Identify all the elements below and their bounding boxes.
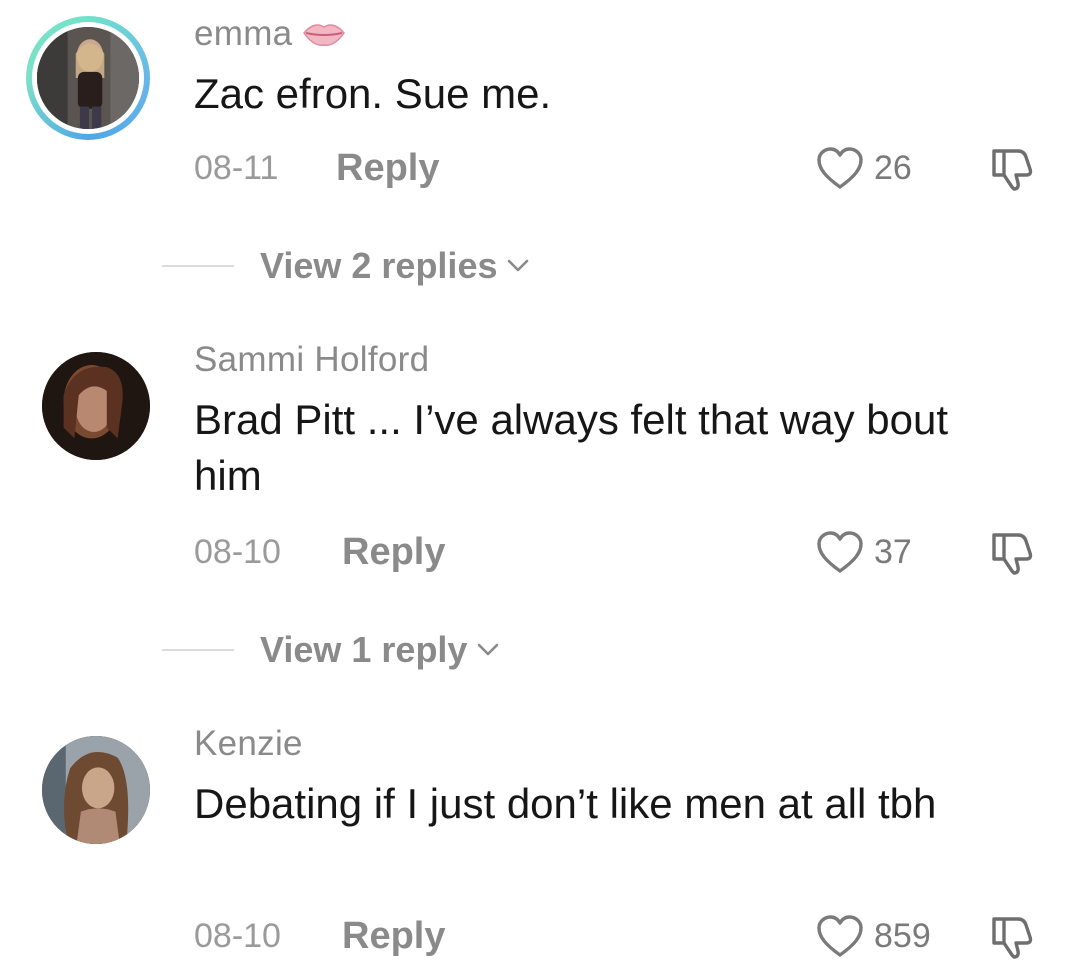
comment-date: 08-10 [194,533,281,571]
view-replies[interactable]: View 2 replies [162,245,529,287]
comment-text: Brad Pitt ... I’ve always felt that way … [194,396,949,499]
like-button[interactable]: 37 [816,527,912,577]
avatar[interactable] [42,736,150,844]
reply-button[interactable]: Reply [342,527,445,577]
comment-date: 08-11 [194,149,279,187]
thumbs-down-icon [992,149,1033,191]
avatar-story-ring[interactable] [26,16,150,140]
thread-line [162,265,234,267]
dislike-button[interactable] [988,913,1036,959]
avatar[interactable] [42,352,150,460]
comment-username[interactable]: Sammi Holford [194,340,429,380]
like-button[interactable]: 26 [816,143,912,193]
comment-meta: 08-10 Reply 859 [194,911,1054,961]
view-replies-label[interactable]: View 1 reply [260,629,467,671]
comment-username[interactable]: Kenzie [194,724,303,764]
comment-username[interactable]: emma [194,14,346,56]
thread-line [162,649,234,651]
like-button[interactable]: 859 [816,911,931,961]
comments-list: emma Zac efron. Sue me. 08-11 Reply 26 V… [0,0,1080,977]
heart-outline-icon [817,531,863,573]
like-count: 859 [874,916,931,955]
thumbs-down-icon [992,533,1033,575]
reply-button[interactable]: Reply [336,143,439,193]
thumbs-down-icon [992,917,1033,959]
chevron-down-icon [508,259,529,272]
like-count: 26 [874,148,912,187]
view-replies[interactable]: View 1 reply [162,629,499,671]
reply-button[interactable]: Reply [342,911,445,961]
chevron-down-icon [478,643,499,656]
heart-outline-icon [817,915,863,957]
avatar[interactable] [37,27,139,129]
avatar-photo [42,352,150,460]
like-count: 37 [874,532,912,571]
comment-meta: 08-10 Reply 37 [194,527,1054,577]
avatar-photo [37,27,139,129]
dislike-button[interactable] [988,145,1036,191]
heart-outline-icon [817,147,863,189]
comment-date: 08-10 [194,917,281,955]
view-replies-label[interactable]: View 2 replies [260,245,497,287]
lips-icon [302,16,346,56]
comment-text: Debating if I just don’t like men at all… [194,780,937,827]
dislike-button[interactable] [988,529,1036,575]
comment-meta: 08-11 Reply 26 [194,143,1054,193]
comment-text: Zac efron. Sue me. [194,70,552,117]
avatar-photo [42,736,150,844]
